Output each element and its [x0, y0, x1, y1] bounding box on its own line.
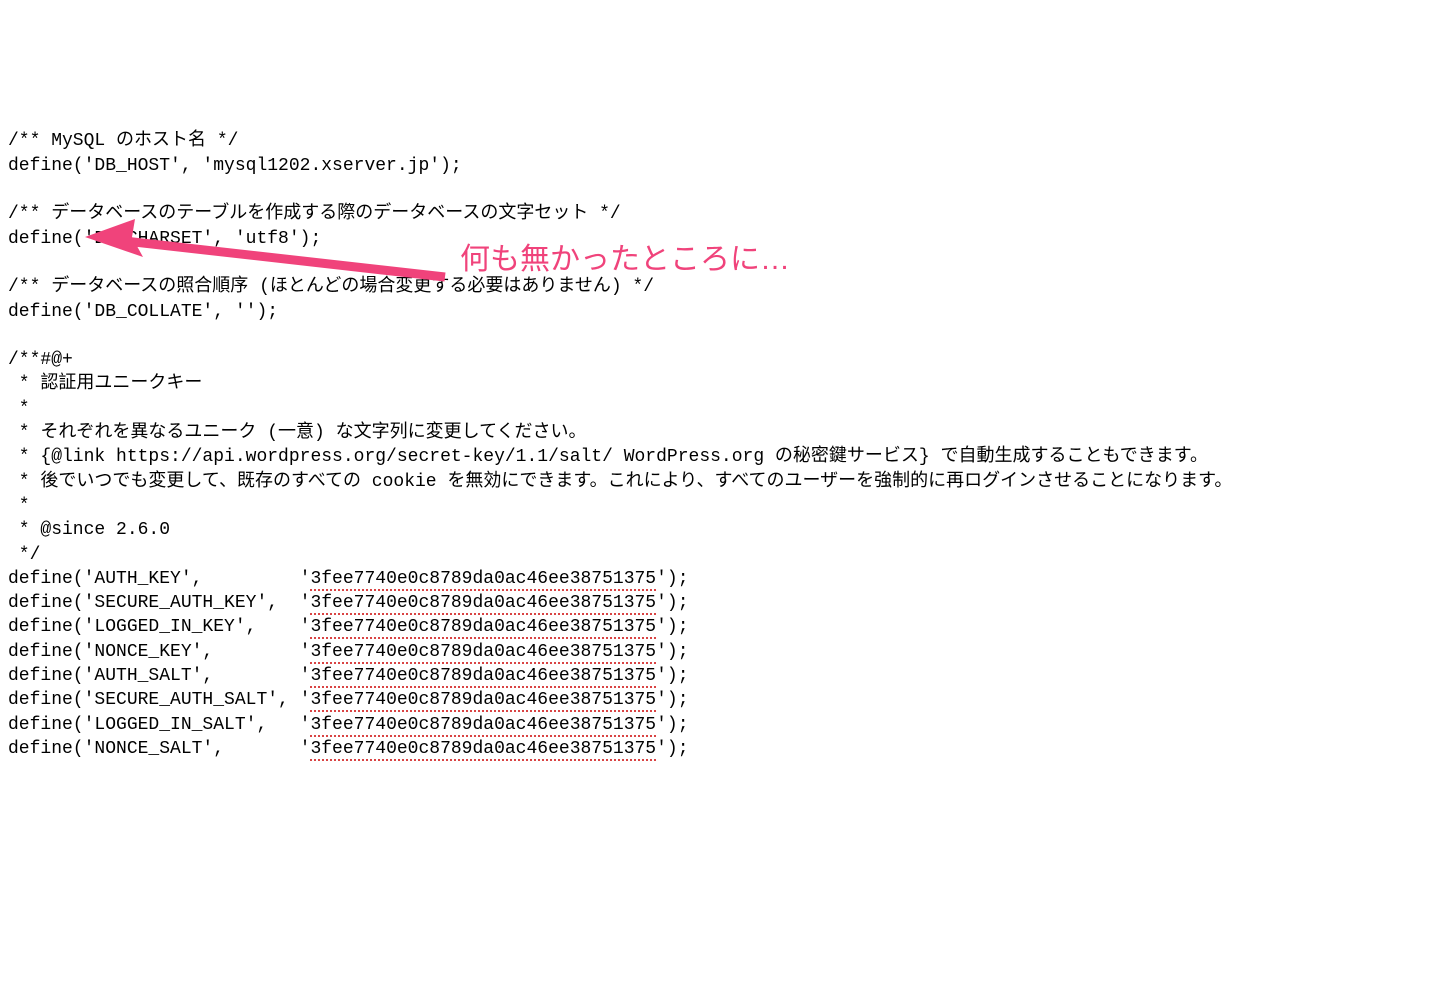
key-line: define('SECURE_AUTH_SALT', '3fee7740e0c8… — [8, 690, 689, 712]
annotation-arrow — [85, 195, 455, 275]
key-value: 3fee7740e0c8789da0ac46ee38751375 — [310, 739, 656, 761]
docblock-open: /**#@+ — [8, 350, 73, 370]
line-db-host: define('DB_HOST', 'mysql1202.xserver.jp'… — [8, 156, 462, 176]
annotation-text: 何も無かったところに… — [460, 240, 790, 281]
docblock-line: * @since 2.6.0 — [8, 520, 170, 540]
docblock-close: */ — [8, 545, 40, 565]
key-value: 3fee7740e0c8789da0ac46ee38751375 — [310, 569, 656, 591]
key-value: 3fee7740e0c8789da0ac46ee38751375 — [310, 617, 656, 639]
key-value: 3fee7740e0c8789da0ac46ee38751375 — [310, 715, 656, 737]
key-value: 3fee7740e0c8789da0ac46ee38751375 — [310, 593, 656, 615]
key-line: define('NONCE_KEY', '3fee7740e0c8789da0a… — [8, 642, 689, 664]
docblock-line: * 認証用ユニークキー — [8, 374, 202, 394]
key-value: 3fee7740e0c8789da0ac46ee38751375 — [310, 690, 656, 712]
docblock-line: * — [8, 496, 30, 516]
key-line: define('LOGGED_IN_KEY', '3fee7740e0c8789… — [8, 617, 689, 639]
line-db-collate: define('DB_COLLATE', ''); — [8, 302, 278, 322]
key-line: define('NONCE_SALT', '3fee7740e0c8789da0… — [8, 739, 689, 761]
docblock-line: * — [8, 399, 30, 419]
key-line: define('AUTH_SALT', '3fee7740e0c8789da0a… — [8, 666, 689, 688]
key-line: define('SECURE_AUTH_KEY', '3fee7740e0c87… — [8, 593, 689, 615]
key-value: 3fee7740e0c8789da0ac46ee38751375 — [310, 666, 656, 688]
key-value: 3fee7740e0c8789da0ac46ee38751375 — [310, 642, 656, 664]
docblock-line: * {@link https://api.wordpress.org/secre… — [8, 447, 1208, 467]
docblock-line: * それぞれを異なるユニーク (一意) な文字列に変更してください。 — [8, 423, 587, 443]
comment-host: /** MySQL のホスト名 */ — [8, 131, 238, 151]
docblock-line: * 後でいつでも変更して、既存のすべての cookie を無効にできます。これに… — [8, 472, 1232, 492]
key-line: define('AUTH_KEY', '3fee7740e0c8789da0ac… — [8, 569, 689, 591]
key-line: define('LOGGED_IN_SALT', '3fee7740e0c878… — [8, 715, 689, 737]
